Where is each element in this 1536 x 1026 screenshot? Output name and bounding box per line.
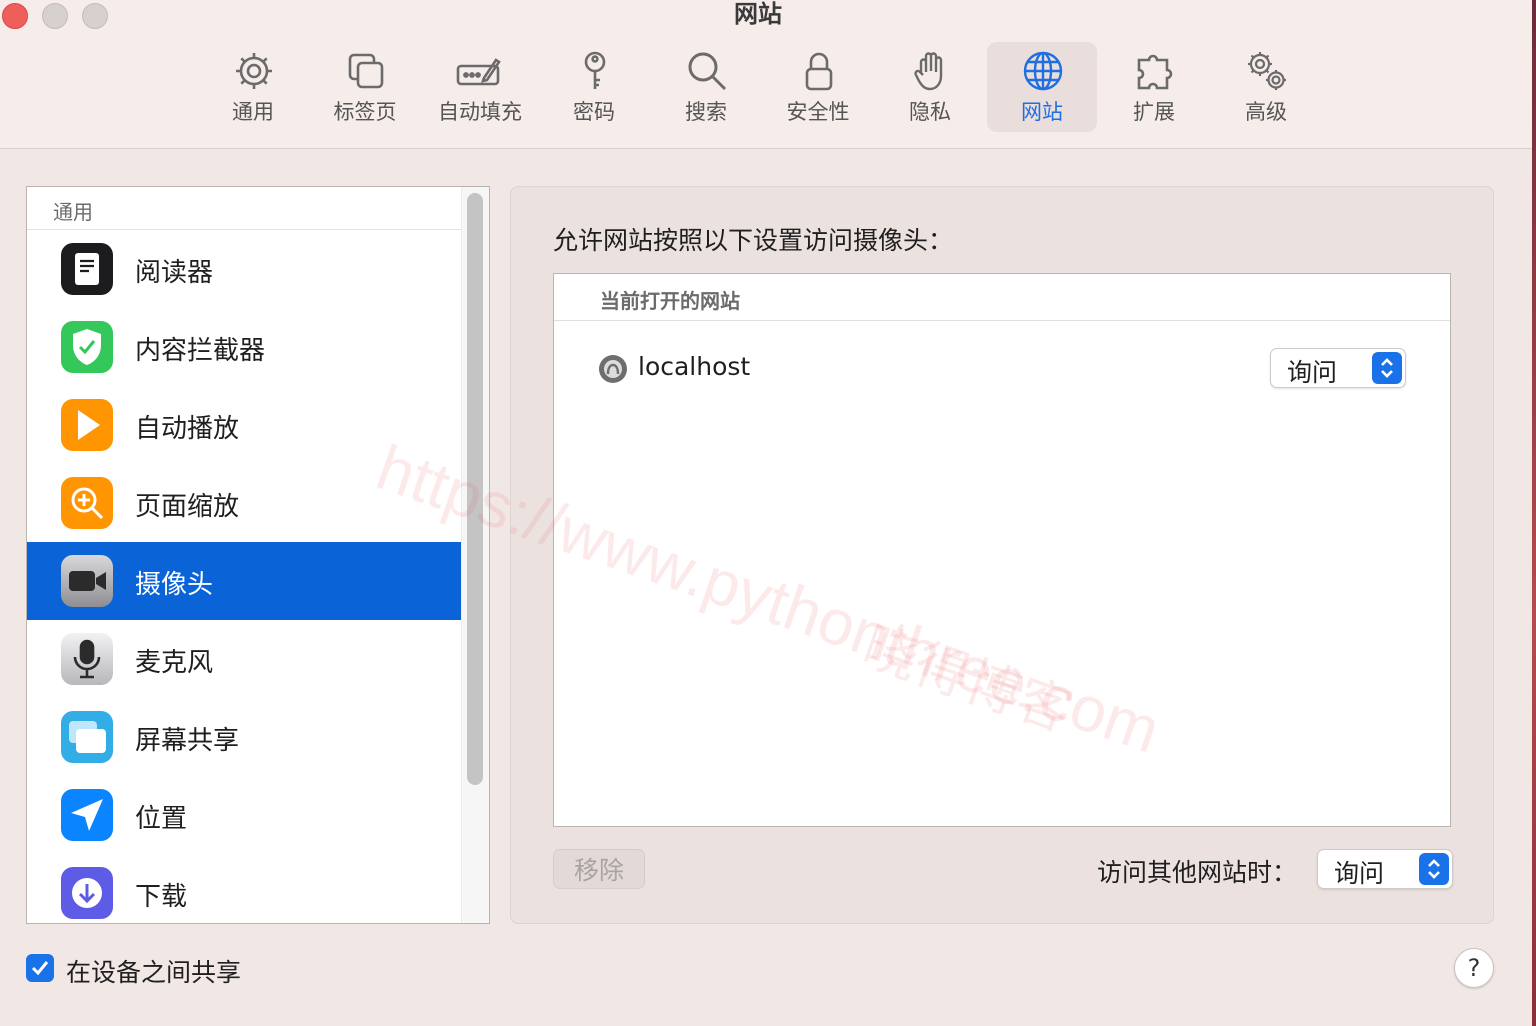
tab-autofill[interactable]: 自动填充: [425, 42, 535, 132]
tab-security[interactable]: 安全性: [763, 42, 873, 132]
desktop-edge: [1532, 0, 1536, 1026]
tab-extensions[interactable]: 扩展: [1099, 42, 1209, 132]
key-icon: [584, 51, 606, 89]
tab-websites[interactable]: 网站: [987, 42, 1097, 132]
tab-extensions-label: 扩展: [1133, 100, 1175, 124]
site-permission-select[interactable]: 询问: [1270, 348, 1406, 388]
panel-heading: 允许网站按照以下设置访问摄像头：: [553, 226, 954, 255]
tab-privacy-label: 隐私: [909, 100, 951, 124]
select-arrows-icon: [1372, 352, 1402, 384]
tab-security-label: 安全性: [786, 100, 850, 124]
lock-icon: [805, 52, 833, 91]
tab-search-label: 搜索: [685, 100, 727, 124]
screen-share-icon: [61, 711, 113, 763]
reader-icon: [61, 243, 113, 295]
website-name: localhost: [638, 352, 751, 381]
window-titlebar: 网站 通用 标签页 自动填充 密码 搜索 安全性 隐私 网站 扩展 高级: [0, 0, 1532, 149]
tab-search[interactable]: 搜索: [651, 42, 761, 132]
play-icon: [61, 399, 113, 451]
location-icon: [61, 789, 113, 841]
tab-passwords[interactable]: 密码: [539, 42, 649, 132]
websites-table: 当前打开的网站 localhost 询问: [553, 273, 1451, 827]
sidebar-item-camera[interactable]: 摄像头: [27, 542, 461, 620]
sidebar-item-downloads[interactable]: 下载: [27, 854, 461, 923]
download-icon: [61, 867, 113, 919]
microphone-icon: [61, 633, 113, 685]
camera-icon: [61, 555, 113, 607]
globe-icon: [1023, 51, 1063, 91]
puzzle-icon: [1137, 54, 1173, 90]
tab-general-label: 通用: [232, 100, 274, 124]
sidebar-item-screen-sharing[interactable]: 屏幕共享: [27, 698, 461, 776]
tab-advanced-label: 高级: [1245, 100, 1287, 124]
search-icon: [688, 52, 727, 91]
sidebar-section-header: 通用: [27, 187, 461, 230]
website-globe-icon: [599, 355, 627, 383]
sidebar-item-page-zoom[interactable]: 页面缩放: [27, 464, 461, 542]
tab-general[interactable]: 通用: [198, 42, 308, 132]
share-across-devices-label: 在设备之间共享: [66, 958, 242, 987]
tabs-icon: [348, 53, 384, 89]
sidebar-item-content-blockers[interactable]: 内容拦截器: [27, 308, 461, 386]
help-button[interactable]: ?: [1454, 948, 1494, 988]
autofill-icon: [456, 58, 501, 86]
camera-settings-panel: 允许网站按照以下设置访问摄像头： 当前打开的网站 localhost 询问 移除…: [510, 186, 1494, 924]
sidebar-item-microphone[interactable]: 麦克风: [27, 620, 461, 698]
select-arrows-icon: [1419, 853, 1449, 885]
shield-check-icon: [61, 321, 113, 373]
share-across-devices-checkbox[interactable]: [26, 954, 54, 982]
website-settings-sidebar: 通用 阅读器 内容拦截器 自动播放 页面缩放 摄像头 麦克风 屏幕共享 位置 下…: [26, 186, 490, 924]
preferences-toolbar: 通用 标签页 自动填充 密码 搜索 安全性 隐私 网站 扩展 高级: [0, 42, 1532, 134]
sidebar-item-reader[interactable]: 阅读器: [27, 230, 461, 308]
tab-tabs[interactable]: 标签页: [310, 42, 420, 132]
tab-tabs-label: 标签页: [333, 100, 397, 124]
hand-icon: [914, 52, 943, 91]
tab-autofill-label: 自动填充: [438, 100, 522, 124]
sidebar-item-autoplay[interactable]: 自动播放: [27, 386, 461, 464]
tab-privacy[interactable]: 隐私: [875, 42, 985, 132]
other-sites-label: 访问其他网站时：: [1097, 858, 1298, 887]
table-row[interactable]: localhost 询问: [554, 336, 1450, 398]
checkmark-icon: [31, 961, 49, 976]
table-section-header: 当前打开的网站: [554, 274, 1450, 321]
remove-button[interactable]: 移除: [553, 849, 645, 889]
tab-websites-label: 网站: [1021, 100, 1063, 124]
tab-advanced[interactable]: 高级: [1211, 42, 1321, 132]
sidebar-item-location[interactable]: 位置: [27, 776, 461, 854]
sidebar-scrollbar-thumb[interactable]: [467, 193, 483, 785]
tab-passwords-label: 密码: [573, 100, 615, 124]
gear-icon: [236, 53, 272, 89]
zoom-icon: [61, 477, 113, 529]
window-title: 网站: [734, 0, 782, 28]
other-sites-select[interactable]: 询问: [1317, 849, 1453, 889]
gears-icon: [1248, 52, 1286, 90]
